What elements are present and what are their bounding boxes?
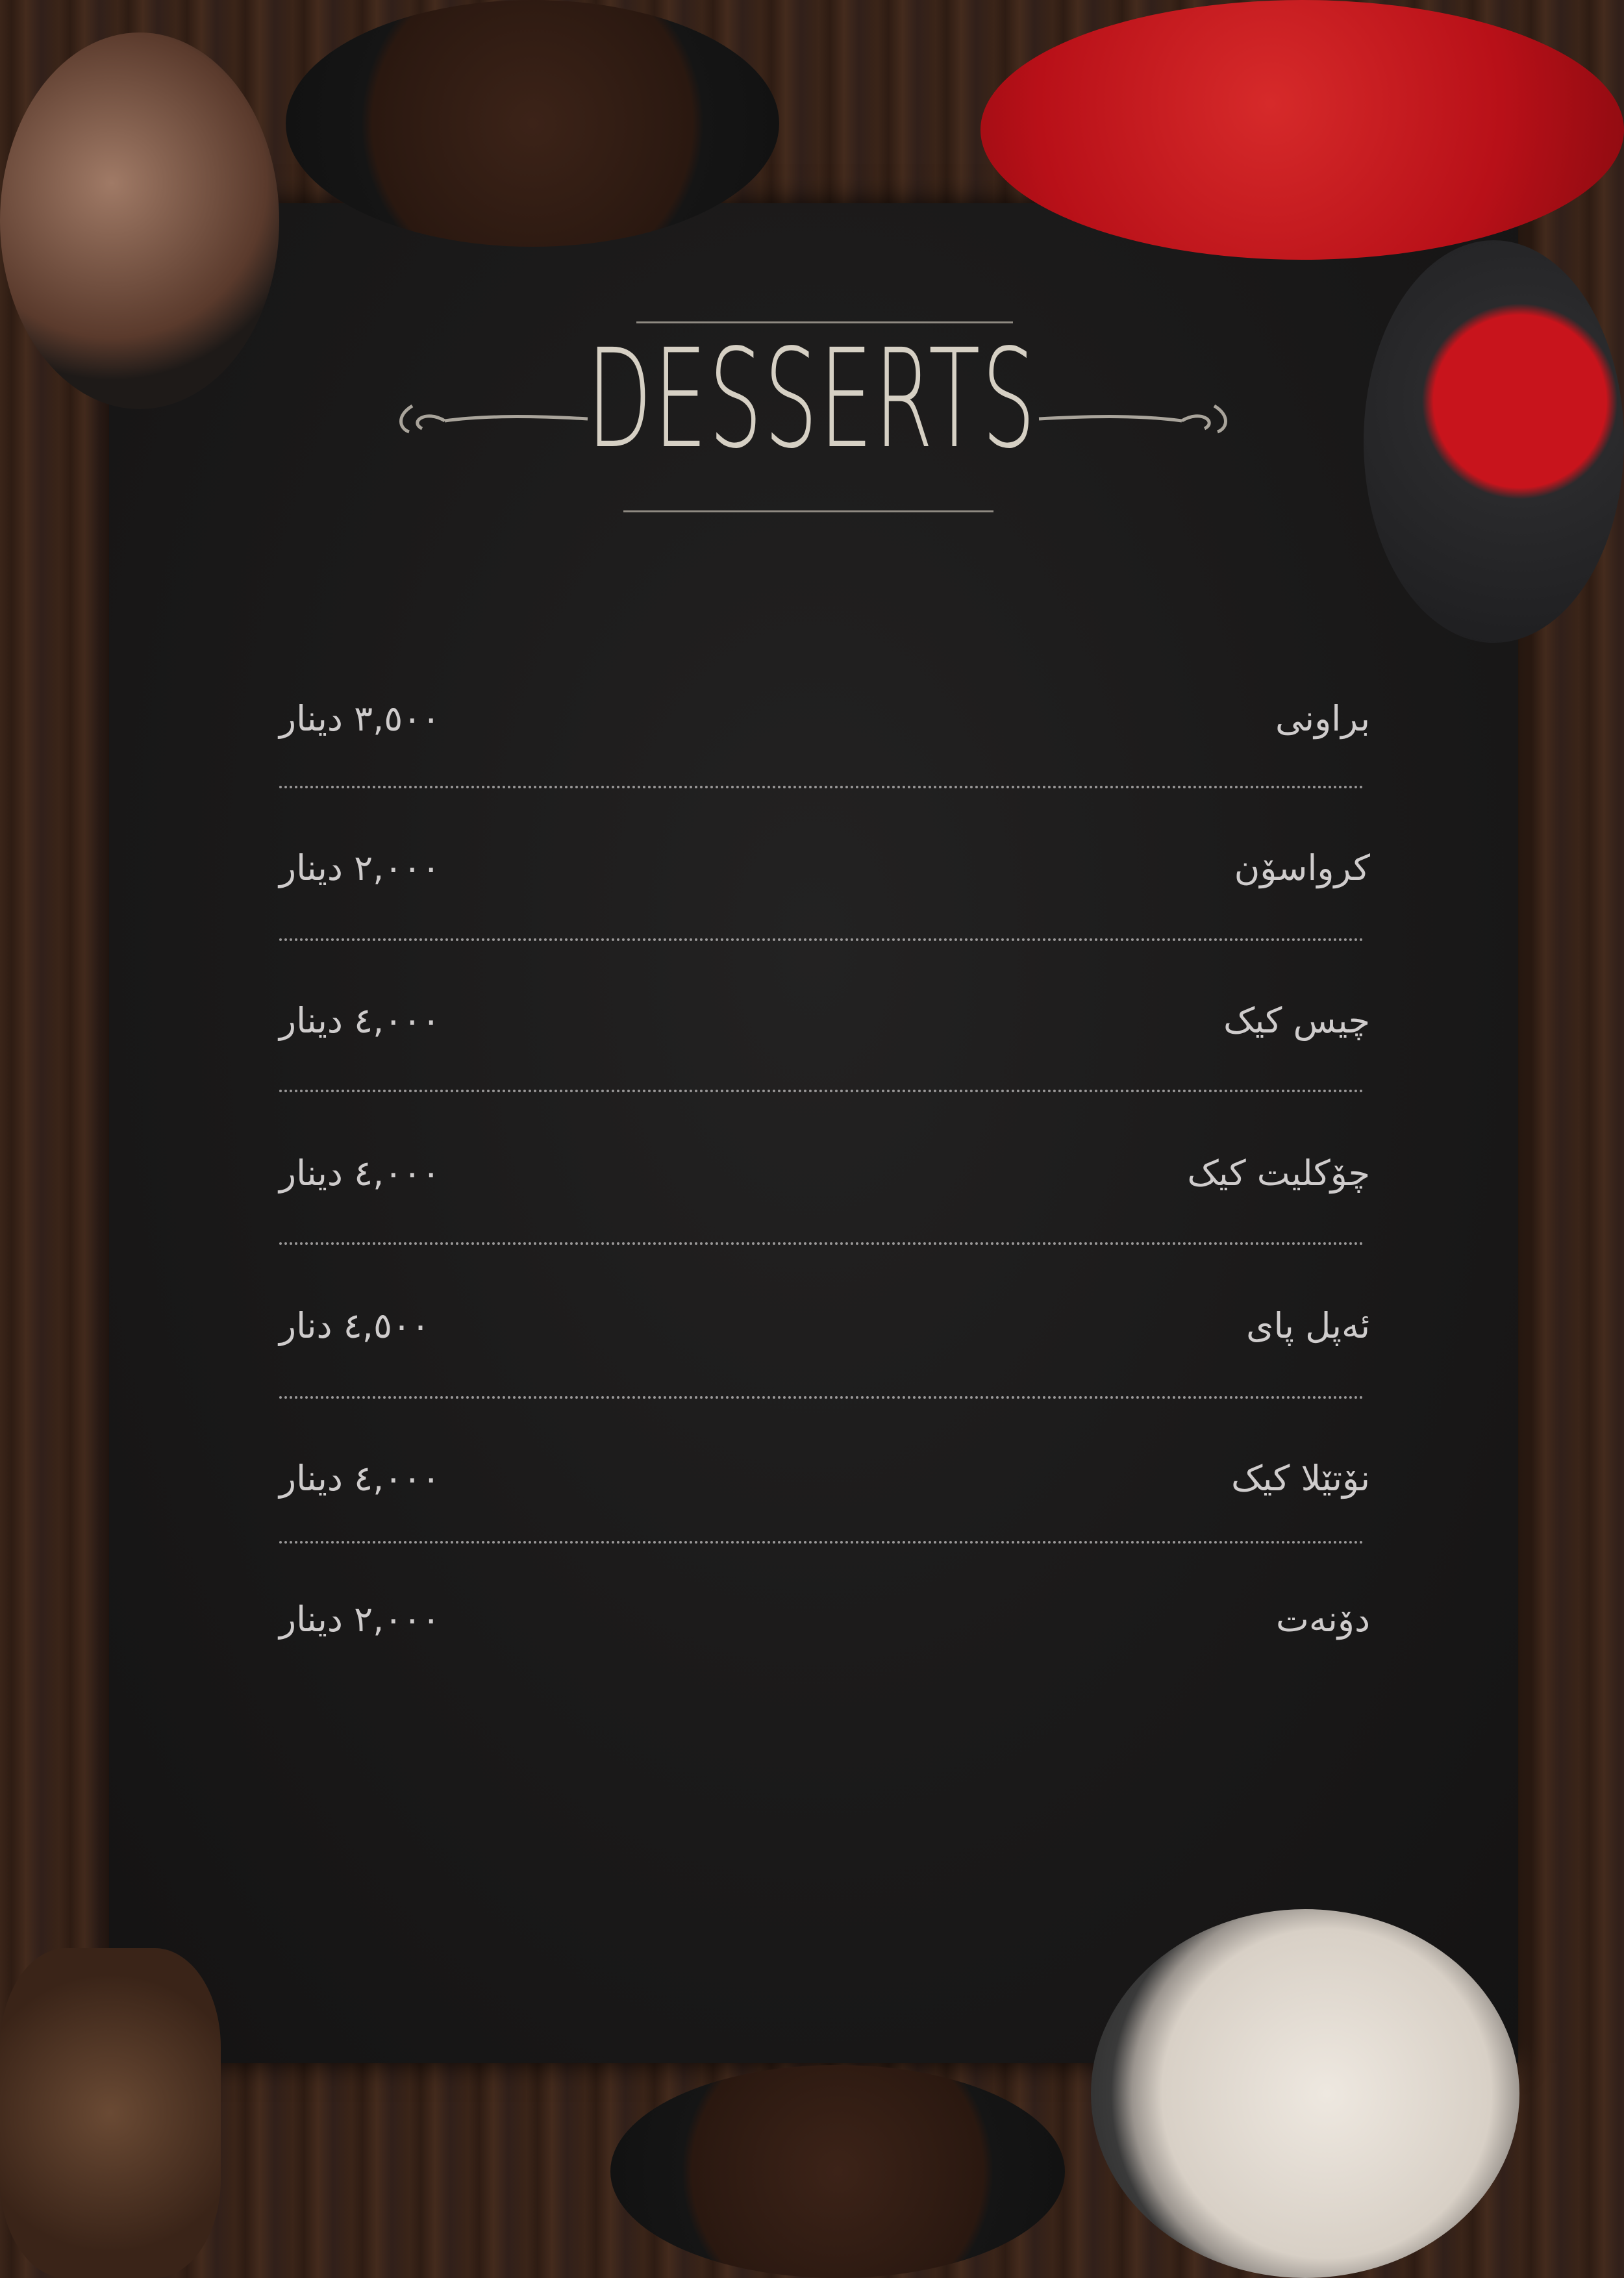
item-price: ٤,٠٠٠ دینار	[279, 1000, 441, 1041]
chalkboard	[109, 203, 1518, 2063]
brownie-bottom-image	[610, 2065, 1065, 2278]
ice-cream-bowl-image	[0, 32, 279, 409]
item-name: چۆکلیت کیک	[1187, 1153, 1370, 1194]
milkshake-image	[1091, 1909, 1519, 2278]
item-price: ٢,٠٠٠ دینار	[279, 1599, 441, 1640]
menu-item: چۆکلیت کیک ٤,٠٠٠ دینار	[279, 1153, 1370, 1231]
brownie-plate-image	[286, 0, 779, 247]
menu-item: براونی ٣,٥٠٠ دینار	[279, 698, 1370, 776]
item-name: چیس کیک	[1223, 1000, 1370, 1041]
cake-slice-image	[0, 1948, 221, 2278]
title-rule-bottom	[623, 510, 993, 512]
item-price: ٤,٥٠٠ دنار	[279, 1305, 430, 1346]
item-price: ٣,٥٠٠ دینار	[279, 698, 441, 739]
item-name: نۆتێلا کیک	[1231, 1458, 1370, 1499]
item-name: براونی	[1275, 698, 1370, 739]
menu-item: کرواسۆن ٢,٠٠٠ دینار	[279, 847, 1370, 925]
item-price: ٤,٠٠٠ دینار	[279, 1458, 441, 1499]
flourish-right-icon	[1038, 404, 1227, 434]
divider	[279, 786, 1364, 788]
tart-slice-plate-image	[1364, 240, 1624, 643]
menu-item: دۆنەت ٢,٠٠٠ دینار	[279, 1599, 1370, 1677]
item-name: ئەپل پای	[1246, 1305, 1370, 1346]
strawberry-tart-image	[981, 0, 1624, 260]
divider	[279, 938, 1364, 941]
item-name: دۆنەت	[1276, 1599, 1370, 1640]
divider	[279, 1242, 1364, 1245]
menu-item: نۆتێلا کیک ٤,٠٠٠ دینار	[279, 1458, 1370, 1536]
item-name: کرواسۆن	[1234, 847, 1370, 888]
item-price: ٢,٠٠٠ دینار	[279, 847, 441, 888]
divider	[279, 1541, 1364, 1544]
menu-item: چیس کیک ٤,٠٠٠ دینار	[279, 1000, 1370, 1078]
divider	[279, 1396, 1364, 1399]
item-price: ٤,٠٠٠ دینار	[279, 1153, 441, 1194]
divider	[279, 1090, 1364, 1092]
menu-item: ئەپل پای ٤,٥٠٠ دنار	[279, 1305, 1370, 1383]
title-rule-top	[636, 321, 1013, 323]
flourish-left-icon	[399, 404, 588, 434]
